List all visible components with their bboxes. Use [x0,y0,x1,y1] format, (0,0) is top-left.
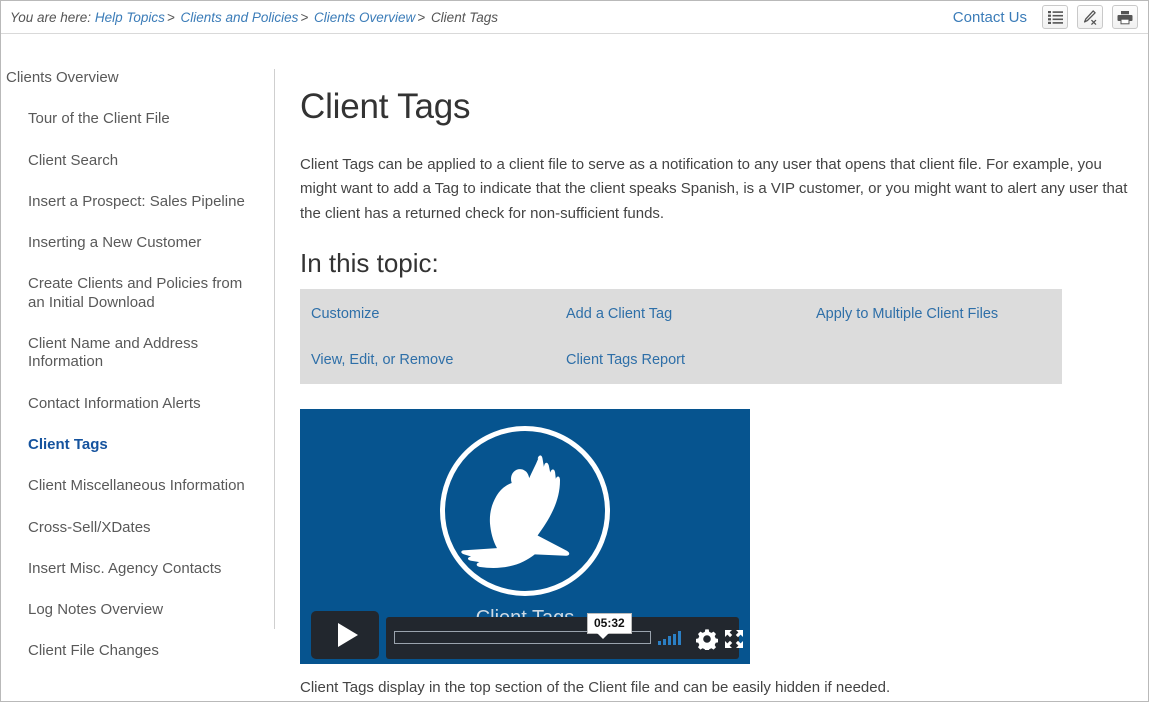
topic-link-apply-to-multiple-client-files[interactable]: Apply to Multiple Client Files [816,306,1051,322]
video-caption: Client Tags display in the top section o… [300,679,890,696]
header-actions: Contact Us [953,5,1138,29]
sidebar-item-client-tags[interactable]: Client Tags [1,436,274,454]
topic-link-customize[interactable]: Customize [311,306,566,322]
intro-paragraph: Client Tags can be applied to a client f… [300,153,1132,226]
breadcrumb-current-client-tags: Client Tags [431,10,498,25]
breadcrumb: You are here: Help Topics> Clients and P… [10,10,498,25]
sidebar-item-client-name-and-address-information[interactable]: Client Name and Address Information [1,335,274,372]
topic-grid-spacer [816,352,1051,368]
help-page: You are here: Help Topics> Clients and P… [0,0,1149,702]
table-of-contents-button[interactable] [1042,5,1068,29]
sidebar-item-inserting-a-new-customer[interactable]: Inserting a New Customer [1,234,274,252]
volume-bar [668,636,671,645]
table-of-contents-icon [1048,11,1063,24]
sidebar-item-client-miscellaneous-information[interactable]: Client Miscellaneous Information [1,477,274,495]
page-title: Client Tags [300,87,1140,127]
sidebar-item-client-search[interactable]: Client Search [1,152,274,170]
video-time-tooltip: 05:32 [587,613,632,634]
play-icon [338,623,358,647]
control-bar [386,617,739,659]
sidebar-item-insert-misc-agency-contacts[interactable]: Insert Misc. Agency Contacts [1,560,274,578]
fullscreen-icon [724,629,744,649]
play-button[interactable] [311,611,379,659]
sidebar-navigation: Clients Overview Tour of the Client File… [1,69,275,629]
video-controls: 05:32 [300,606,750,664]
breadcrumb-separator: > [298,10,310,25]
page-header: You are here: Help Topics> Clients and P… [1,1,1148,34]
sidebar-item-clients-overview[interactable]: Clients Overview [1,69,274,87]
sidebar-item-cross-sell-xdates[interactable]: Cross-Sell/XDates [1,519,274,537]
sidebar-item-log-notes-overview[interactable]: Log Notes Overview [1,601,274,619]
sidebar-item-insert-a-prospect-sales-pipeline[interactable]: Insert a Prospect: Sales Pipeline [1,193,274,211]
in-this-topic-links: Customize Add a Client Tag Apply to Mult… [300,289,1062,384]
volume-bar [658,641,661,645]
breadcrumb-link-clients-overview[interactable]: Clients Overview [314,10,415,25]
settings-button[interactable] [696,628,718,650]
sidebar-item-client-file-changes[interactable]: Client File Changes [1,642,274,660]
eagle-logo-icon [455,451,595,571]
fullscreen-button[interactable] [724,629,744,649]
breadcrumb-link-clients-and-policies[interactable]: Clients and Policies [181,10,299,25]
print-icon [1117,10,1133,25]
breadcrumb-prefix: You are here: [10,10,91,25]
volume-bar [678,631,681,645]
in-this-topic-heading: In this topic: [300,248,1140,279]
topic-link-add-a-client-tag[interactable]: Add a Client Tag [566,306,816,322]
breadcrumb-separator: > [165,10,177,25]
print-button[interactable] [1112,5,1138,29]
topic-link-view-edit-or-remove[interactable]: View, Edit, or Remove [311,352,566,368]
breadcrumb-separator: > [415,10,427,25]
video-player[interactable]: Client Tags [300,409,750,664]
gear-icon [696,628,718,650]
sidebar-item-tour-of-the-client-file[interactable]: Tour of the Client File [1,110,274,128]
volume-bar [673,634,676,645]
remove-highlight-icon [1082,10,1098,25]
breadcrumb-link-help-topics[interactable]: Help Topics [95,10,165,25]
volume-control[interactable] [658,631,681,645]
sidebar-item-create-clients-and-policies[interactable]: Create Clients and Policies from an Init… [1,275,274,312]
topic-link-client-tags-report[interactable]: Client Tags Report [566,352,816,368]
remove-highlight-button[interactable] [1077,5,1103,29]
volume-bar [663,639,666,645]
contact-us-link[interactable]: Contact Us [953,9,1027,26]
sidebar-item-contact-information-alerts[interactable]: Contact Information Alerts [1,395,274,413]
main-content: Client Tags Client Tags can be applied t… [300,87,1140,384]
